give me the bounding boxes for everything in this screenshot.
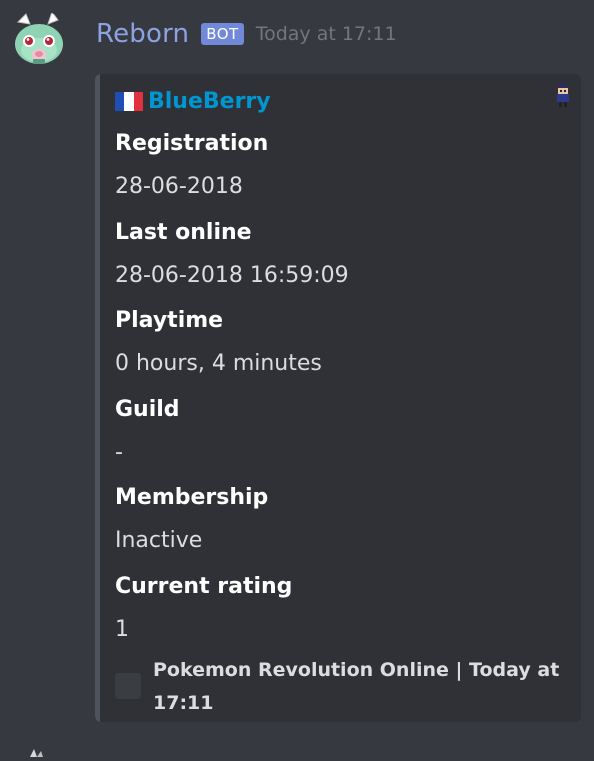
field-current-rating: Current rating 1 [115, 572, 292, 645]
field-value: 0 hours, 4 minutes [115, 351, 322, 376]
field-name: Guild [115, 397, 180, 422]
field-name: Current rating [115, 574, 293, 599]
field-guild: Guild - [115, 395, 180, 468]
next-message-avatar-icon [28, 742, 44, 757]
chat-message: Reborn BOT Today at 17:11 BlueBerry Regi… [0, 0, 594, 757]
france-flag-icon [115, 91, 143, 111]
username[interactable]: Reborn [96, 19, 189, 49]
field-name: Registration [115, 131, 269, 156]
field-name: Membership [115, 485, 269, 510]
character-thumbnail-icon[interactable] [553, 82, 573, 108]
embed-author: BlueBerry [115, 87, 271, 115]
field-playtime: Playtime 0 hours, 4 minutes [115, 306, 322, 379]
field-name: Last online [115, 220, 252, 245]
embed-author-name[interactable]: BlueBerry [148, 89, 271, 114]
field-value: - [115, 440, 123, 465]
embed-color-bar [95, 74, 100, 722]
field-value: 1 [115, 617, 129, 642]
field-membership: Membership Inactive [115, 483, 268, 556]
embed-footer-text: Pokemon Revolution Online | Today at 17:… [153, 659, 560, 714]
embed-card: BlueBerry Registration 28-06-2018 Last o… [95, 74, 581, 722]
field-value: Inactive [115, 528, 203, 553]
bot-badge: BOT [201, 23, 244, 45]
footer-icon [115, 673, 141, 699]
message-timestamp[interactable]: Today at 17:11 [256, 23, 397, 45]
field-name: Playtime [115, 308, 224, 333]
field-registration: Registration 28-06-2018 [115, 129, 268, 202]
field-value: 28-06-2018 16:59:09 [115, 263, 349, 288]
field-value: 28-06-2018 [115, 174, 243, 199]
bot-avatar-icon[interactable] [10, 10, 68, 68]
field-last-online: Last online 28-06-2018 16:59:09 [115, 218, 349, 291]
message-header: Reborn BOT Today at 17:11 [96, 16, 397, 52]
